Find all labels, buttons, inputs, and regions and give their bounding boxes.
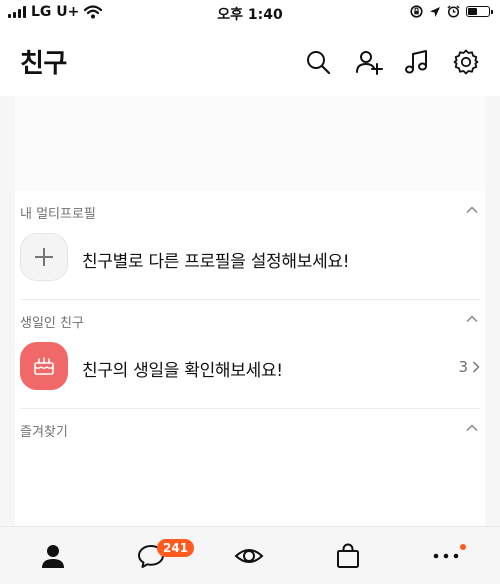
shopping-bag-icon <box>337 543 359 568</box>
battery-icon <box>466 6 493 17</box>
app-header: 친구 <box>0 26 500 96</box>
tab-friends[interactable] <box>38 541 68 571</box>
section-title: 생일인 친구 <box>20 316 84 331</box>
friends-list: 내 멀티프로필 친구별로 다른 프로필을 설정해보세요! 생일인 친구 친구의 … <box>15 96 485 526</box>
search-icon <box>307 51 331 75</box>
settings-button[interactable] <box>452 48 480 76</box>
birthday-cake-icon <box>20 342 68 390</box>
page-title: 친구 <box>20 49 67 79</box>
section-multi-profile-header[interactable]: 내 멀티프로필 <box>15 191 485 227</box>
section-title: 내 멀티프로필 <box>20 207 96 222</box>
section-favorites-header[interactable]: 즐겨찾기 <box>15 409 485 445</box>
add-friend-icon <box>356 51 383 75</box>
section-birthday-header[interactable]: 생일인 친구 <box>15 300 485 336</box>
gear-icon <box>453 49 479 75</box>
alarm-icon <box>447 5 460 18</box>
plus-icon <box>20 233 68 281</box>
add-friend-button[interactable] <box>355 48 383 76</box>
status-bar: LG U+ 오후 1:40 <box>0 0 500 26</box>
status-right <box>410 5 493 18</box>
tab-more[interactable] <box>431 541 461 571</box>
rotation-lock-icon <box>410 5 423 18</box>
multi-profile-row[interactable]: 친구별로 다른 프로필을 설정해보세요! <box>15 227 485 299</box>
multi-profile-text: 친구별로 다른 프로필을 설정해보세요! <box>82 252 350 272</box>
music-button[interactable] <box>403 48 431 76</box>
chevron-up-icon[interactable] <box>465 203 479 217</box>
birthday-text: 친구의 생일을 확인해보세요! <box>82 361 283 381</box>
chevron-up-icon[interactable] <box>465 421 479 435</box>
chat-unread-badge: 241 <box>157 539 195 557</box>
search-button[interactable] <box>304 48 332 76</box>
eye-icon <box>234 549 264 563</box>
birthday-count[interactable]: 3 <box>458 358 480 376</box>
person-icon <box>42 545 64 568</box>
chevron-up-icon[interactable] <box>465 312 479 326</box>
music-note-icon <box>405 50 427 74</box>
birthday-row[interactable]: 친구의 생일을 확인해보세요! 3 <box>15 336 485 408</box>
birthday-count-value: 3 <box>458 358 468 376</box>
my-profile-area[interactable] <box>15 96 485 191</box>
new-indicator-dot <box>460 544 466 550</box>
tab-view[interactable] <box>234 541 264 571</box>
tab-shopping[interactable] <box>333 541 363 571</box>
chevron-right-icon <box>472 361 480 373</box>
section-title: 즐겨찾기 <box>20 425 68 440</box>
location-icon <box>430 6 440 17</box>
more-icon <box>433 553 459 559</box>
bottom-tab-bar: 241 <box>0 526 500 584</box>
